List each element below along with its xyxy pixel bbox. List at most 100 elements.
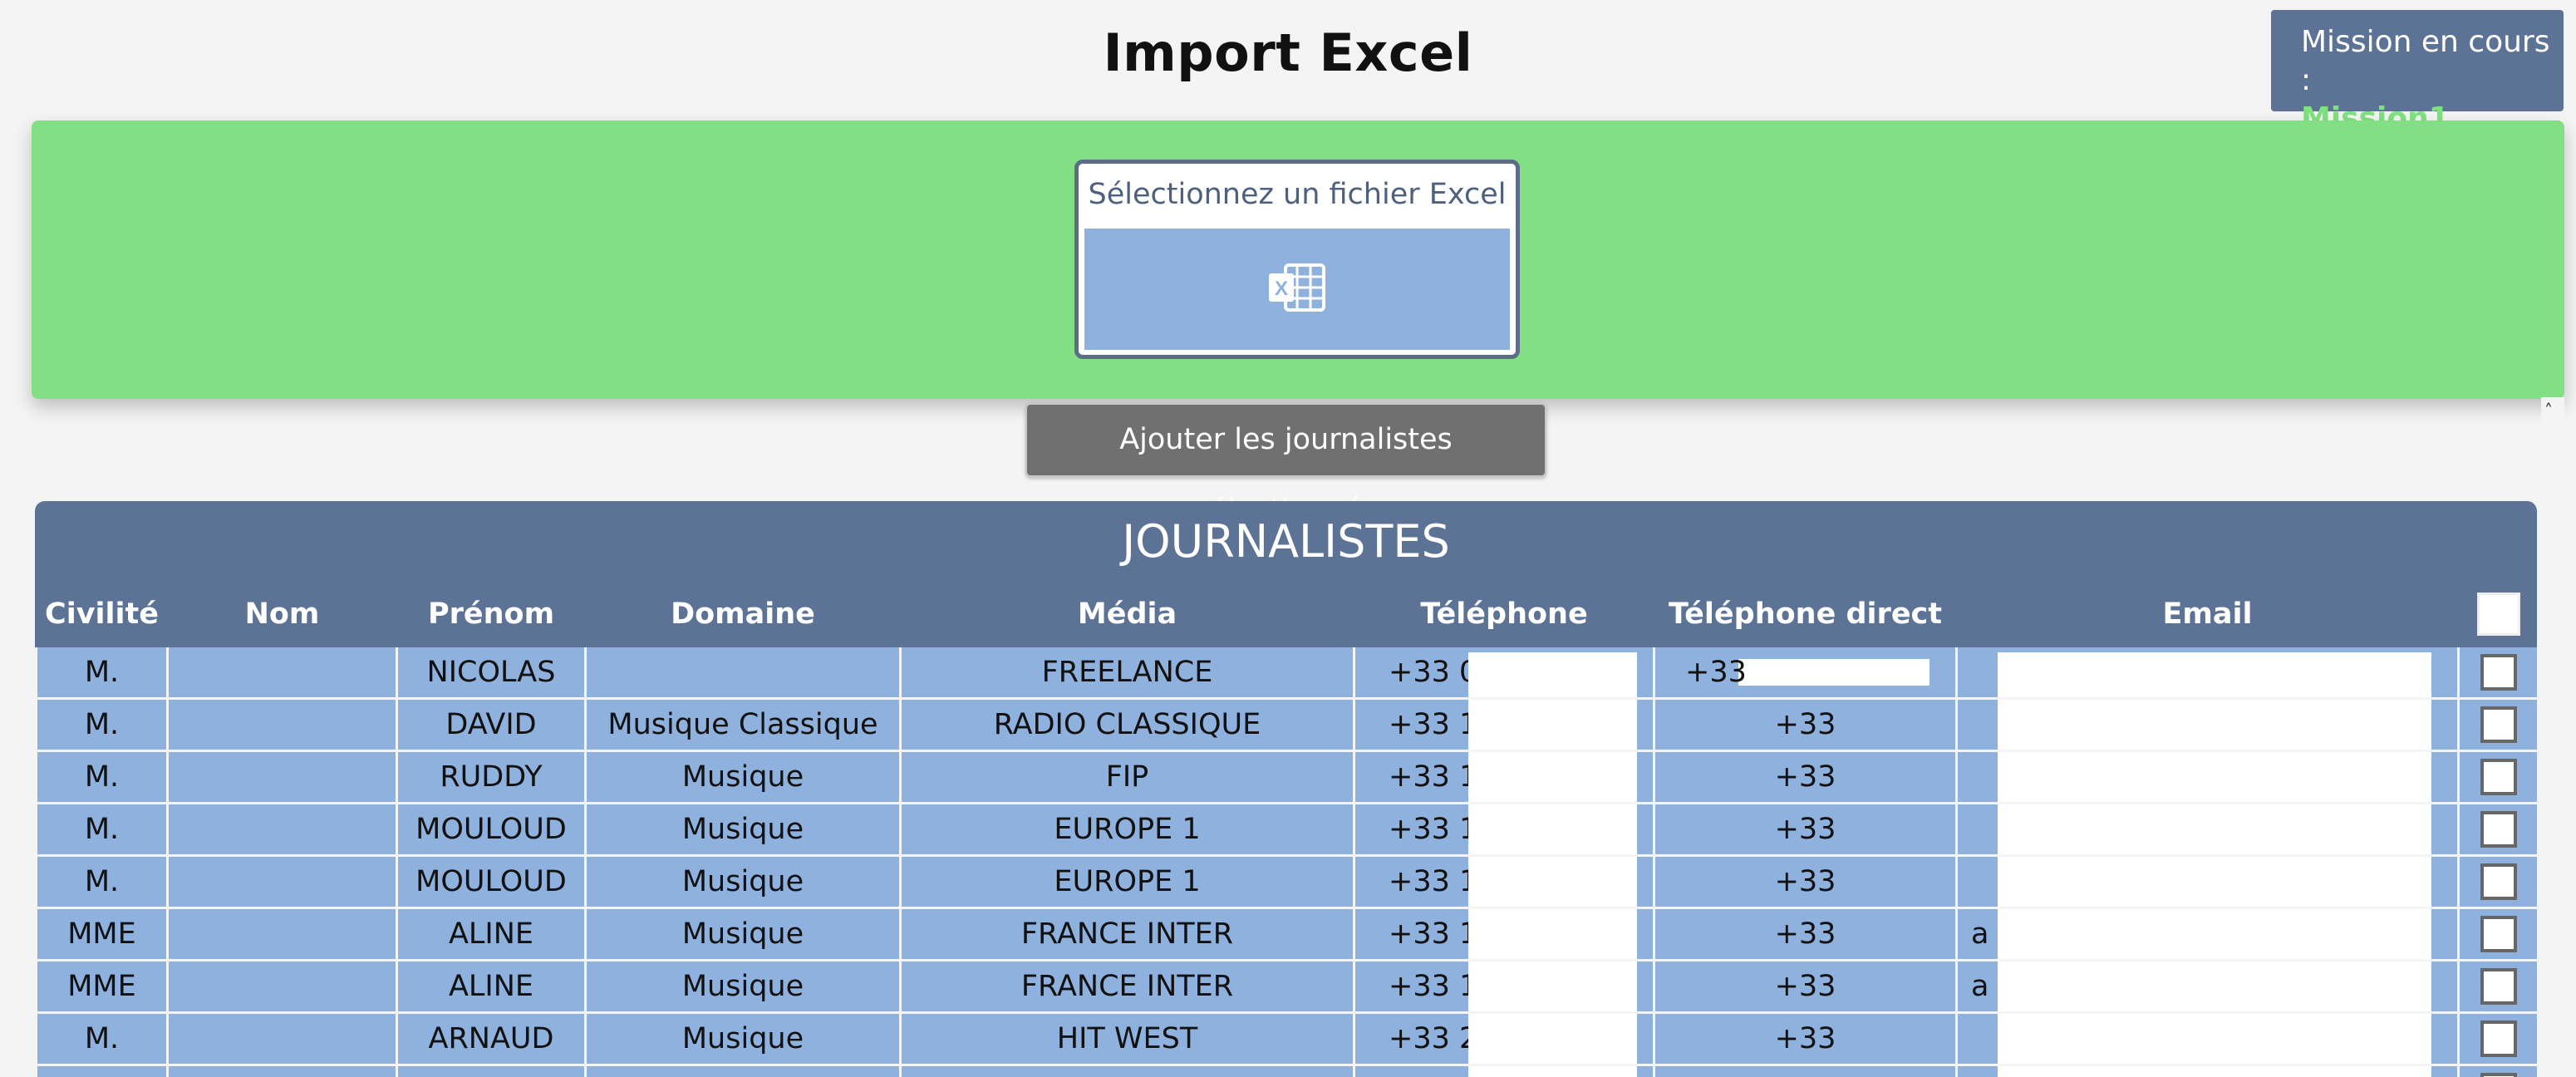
cell-civilite: MME — [35, 907, 169, 961]
cell-select — [2457, 907, 2537, 961]
cell-civilite: MME — [35, 1065, 169, 1077]
cell-prenom: MOULOUD — [396, 855, 587, 909]
redaction-block — [1468, 1066, 1637, 1077]
cell-prenom: ALINE — [396, 960, 587, 1014]
row-select-checkbox[interactable] — [2480, 863, 2517, 900]
cell-telephone-direct: +33 — [1653, 1065, 1958, 1077]
table-row[interactable]: MME ALINE Musique FRANCE INTER +33 1 +33 a — [35, 907, 2537, 961]
redaction-block — [1468, 652, 1637, 696]
row-select-checkbox[interactable] — [2480, 1020, 2517, 1057]
cell-select — [2457, 698, 2537, 752]
telephone-direct-text: +33 — [1774, 760, 1836, 794]
cell-nom — [166, 1065, 398, 1077]
journalists-grid: Civilité Nom Prénom Domaine Média Téléph… — [35, 581, 2537, 1077]
cell-telephone-direct: +33 — [1653, 855, 1958, 909]
row-select-checkbox[interactable] — [2480, 811, 2517, 848]
row-select-checkbox[interactable] — [2480, 916, 2517, 952]
telephone-direct-text: +33 — [1774, 970, 1836, 1003]
cell-email — [1955, 647, 2460, 700]
table-header-row: Civilité Nom Prénom Domaine Média Téléph… — [36, 581, 2537, 647]
column-header-nom[interactable]: Nom — [167, 581, 397, 647]
cell-email — [1955, 855, 2460, 909]
cell-prenom: JACQUELINE — [396, 1065, 587, 1077]
file-picker-button[interactable]: X — [1084, 229, 1510, 350]
column-header-telephone-direct[interactable]: Téléphone direct — [1654, 581, 1957, 647]
add-selected-journalists-button[interactable]: Ajouter les journalistes sélectionnés — [1025, 403, 1546, 527]
cell-telephone: +33 1 — [1353, 698, 1655, 752]
column-header-media[interactable]: Média — [900, 581, 1354, 647]
excel-file-picker[interactable]: Sélectionnez un fichier Excel X — [1074, 160, 1520, 359]
journalists-table: JOURNALISTES Civilité Nom Prénom Domaine… — [35, 501, 2537, 1077]
cell-domaine: Musique — [584, 1012, 902, 1066]
table-row[interactable]: M. RUDDY Musique FIP +33 1 +33 — [35, 750, 2537, 804]
table-row[interactable]: MME ALINE Musique FRANCE INTER +33 1 +33 a — [35, 960, 2537, 1014]
cell-nom — [166, 855, 398, 909]
telephone-text: +33 1 — [1389, 865, 1478, 898]
row-select-checkbox[interactable] — [2480, 968, 2517, 1005]
table-row[interactable]: M. MOULOUD Musique EUROPE 1 +33 1 +33 — [35, 803, 2537, 857]
current-mission-label: Mission en cours : — [2301, 25, 2550, 97]
cell-civilite: M. — [35, 803, 169, 857]
redaction-block — [1468, 804, 1637, 853]
cell-select — [2457, 855, 2537, 909]
redaction-block — [1998, 1014, 2431, 1063]
column-header-civilite[interactable]: Civilité — [36, 581, 168, 647]
cell-telephone-direct: +33 — [1653, 907, 1958, 961]
table-row[interactable]: M. MOULOUD Musique EUROPE 1 +33 1 +33 — [35, 855, 2537, 909]
telephone-text: +33 1 — [1389, 917, 1478, 951]
scrollbar[interactable]: ˄ — [2541, 397, 2564, 1077]
redaction-block — [1738, 659, 1930, 686]
redaction-block — [1998, 652, 2431, 696]
cell-media: FRANCE INTER — [899, 907, 1355, 961]
table-row[interactable]: MMEJACQUELINECultureARTS-SPECTACLES.COM+… — [35, 1065, 2537, 1077]
cell-nom — [166, 750, 398, 804]
telephone-direct-text: +33 — [1774, 865, 1836, 898]
telephone-text: +33 0 — [1389, 656, 1478, 689]
cell-email — [1955, 698, 2460, 752]
row-select-checkbox[interactable] — [2480, 1073, 2517, 1077]
cell-telephone: +33 0 — [1353, 647, 1655, 700]
cell-telephone-direct: +33 — [1653, 750, 1958, 804]
table-row[interactable]: M. NICOLAS FREELANCE +33 0 +33 — [35, 647, 2537, 700]
redaction-block — [1998, 1066, 2431, 1077]
cell-telephone: +33 1 — [1353, 907, 1655, 961]
column-header-domaine[interactable]: Domaine — [585, 581, 901, 647]
telephone-text: +33 1 — [1389, 813, 1478, 846]
column-header-email[interactable]: Email — [1956, 581, 2459, 647]
cell-prenom: ALINE — [396, 907, 587, 961]
row-select-checkbox[interactable] — [2480, 706, 2517, 743]
telephone-direct-text: +33 — [1774, 813, 1836, 846]
cell-media: FREELANCE — [899, 647, 1355, 700]
redaction-block — [1468, 1014, 1637, 1063]
row-select-checkbox[interactable] — [2480, 759, 2517, 795]
telephone-text: +33 1 — [1389, 760, 1478, 794]
select-all-checkbox[interactable] — [2476, 593, 2520, 636]
email-text: a — [1971, 970, 1989, 1003]
cell-civilite: M. — [35, 647, 169, 700]
cell-civilite: M. — [35, 698, 169, 752]
table-row[interactable]: M. DAVID Musique Classique RADIO CLASSIQUE +… — [35, 698, 2537, 752]
column-header-telephone[interactable]: Téléphone — [1354, 581, 1654, 647]
redaction-block — [1468, 909, 1637, 958]
file-picker-label: Sélectionnez un fichier Excel — [1088, 178, 1507, 211]
cell-civilite: MME — [35, 960, 169, 1014]
scroll-up-arrow-icon[interactable]: ˄ — [2544, 401, 2553, 420]
table-row[interactable]: M. ARNAUD Musique HIT WEST +33 2 +33 — [35, 1012, 2537, 1066]
cell-prenom: RUDDY — [396, 750, 587, 804]
cell-select — [2457, 647, 2537, 700]
redaction-block — [1998, 857, 2431, 906]
column-header-prenom[interactable]: Prénom — [396, 581, 586, 647]
row-select-checkbox[interactable] — [2480, 654, 2517, 691]
cell-email: a — [1955, 907, 2460, 961]
cell-domaine: Musique Classique — [584, 698, 902, 752]
cell-select — [2457, 750, 2537, 804]
telephone-direct-text: +33 — [1774, 917, 1836, 951]
journalists-table-title: JOURNALISTES — [1122, 515, 1450, 568]
cell-email — [1955, 1065, 2460, 1077]
redaction-block — [1998, 804, 2431, 853]
cell-nom — [166, 907, 398, 961]
cell-civilite: M. — [35, 750, 169, 804]
telephone-direct-text: +33 — [1774, 1022, 1836, 1055]
cell-nom — [166, 698, 398, 752]
cell-select — [2457, 960, 2537, 1014]
